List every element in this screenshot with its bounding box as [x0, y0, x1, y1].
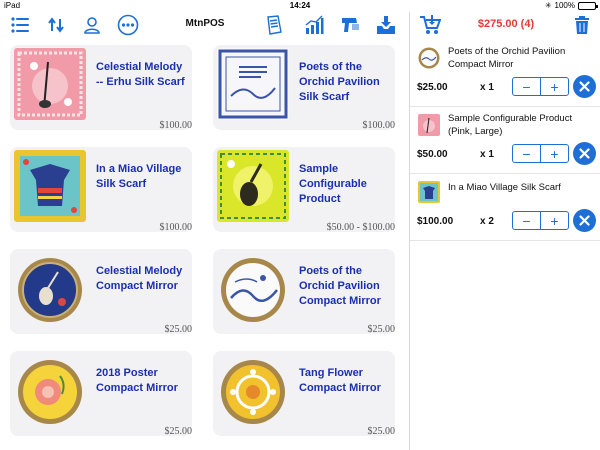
close-icon — [579, 81, 590, 92]
bluetooth-icon: ✳ — [544, 1, 552, 10]
menu-icon[interactable] — [8, 13, 32, 37]
product-name: Celestial Melody -- Erhu Silk Scarf — [96, 61, 185, 88]
cart-icon[interactable] — [418, 13, 442, 37]
product-name: 2018 Poster Compact Mirror — [96, 367, 178, 394]
product-image-pink-erhu-scarf — [14, 48, 86, 120]
increase-button[interactable]: + — [541, 145, 568, 162]
product-card[interactable]: Poets of the Orchid Pavilion Compact Mir… — [203, 242, 395, 352]
close-icon — [579, 148, 590, 159]
quantity-stepper: − + — [512, 144, 569, 163]
app-title: MtnPOS — [185, 18, 225, 29]
cart-item-qty: x 1 — [480, 149, 494, 160]
product-price: $100.00 — [159, 222, 193, 233]
product-name: Poets of the Orchid Pavilion Compact Mir… — [299, 265, 381, 307]
product-name: Celestial Melody Compact Mirror — [96, 265, 183, 292]
product-price: $100.00 — [159, 120, 193, 131]
product-image-miao-scarf — [14, 150, 86, 222]
cart-item-name: Sample Configurable Product (Pink, Large… — [448, 113, 573, 137]
decrease-button[interactable]: − — [513, 212, 540, 229]
product-image-tang-flower-mirror — [217, 354, 289, 426]
decrease-button[interactable]: − — [513, 78, 540, 95]
trash-icon[interactable] — [570, 13, 594, 37]
product-name: Poets of the Orchid Pavilion Silk Scarf — [299, 61, 380, 103]
product-image-blue-mirror — [14, 252, 86, 324]
product-price: $25.00 — [164, 324, 193, 335]
product-grid: Celestial Melody -- Erhu Silk Scarf $100… — [0, 38, 409, 450]
remove-item-button[interactable] — [573, 209, 596, 232]
close-icon — [579, 215, 590, 226]
cart-item-image — [418, 181, 440, 203]
product-card[interactable]: Poets of the Orchid Pavilion Silk Scarf … — [203, 38, 395, 148]
battery-percent: 100% — [554, 1, 575, 10]
cart-item-qty: x 2 — [480, 216, 494, 227]
scanner-icon[interactable] — [338, 13, 362, 37]
report-icon[interactable] — [262, 13, 286, 37]
pos-app: iPad 14:24 ✳ 100% MtnPOS Celestial Melod… — [0, 0, 600, 450]
status-right: ✳ 100% — [544, 1, 598, 10]
product-name: Sample Configurable Product — [299, 163, 367, 205]
more-icon[interactable] — [116, 13, 140, 37]
cart-item-name: In a Miao Village Silk Scarf — [448, 182, 561, 193]
product-image-yellow-pipa-scarf — [217, 150, 289, 222]
product-price: $25.00 — [164, 426, 193, 437]
product-image-blue-white-mirror — [217, 252, 289, 324]
increase-button[interactable]: + — [541, 212, 568, 229]
product-price: $25.00 — [367, 426, 396, 437]
cart-item-price: $25.00 — [417, 82, 448, 93]
product-card[interactable]: Sample Configurable Product $50.00 - $10… — [203, 140, 395, 250]
product-card[interactable]: Celestial Melody -- Erhu Silk Scarf $100… — [0, 38, 192, 148]
product-price: $50.00 - $100.00 — [326, 222, 395, 233]
cart-item-image — [418, 114, 440, 136]
product-card[interactable]: Tang Flower Compact Mirror $25.00 — [203, 344, 395, 450]
cart-header: $275.00 (4) — [410, 12, 600, 38]
user-icon[interactable] — [80, 13, 104, 37]
cart-panel: $275.00 (4) Poets of the Orchid Pavilion… — [410, 12, 600, 450]
remove-item-button[interactable] — [573, 75, 596, 98]
product-price: $25.00 — [367, 324, 396, 335]
cart-item-qty: x 1 — [480, 82, 494, 93]
cart-item[interactable]: Poets of the Orchid Pavilion Compact Mir… — [410, 41, 600, 107]
decrease-button[interactable]: − — [513, 145, 540, 162]
top-navbar: MtnPOS — [0, 12, 409, 38]
product-card[interactable]: Celestial Melody Compact Mirror $25.00 — [0, 242, 192, 352]
cart-item-name: Poets of the Orchid Pavilion Compact Mir… — [448, 46, 566, 70]
inbox-icon[interactable] — [374, 13, 398, 37]
clock: 14:24 — [289, 1, 311, 10]
chart-icon[interactable] — [302, 13, 326, 37]
increase-button[interactable]: + — [541, 78, 568, 95]
product-name: Tang Flower Compact Mirror — [299, 367, 381, 394]
product-price: $100.00 — [362, 120, 396, 131]
quantity-stepper: − + — [512, 77, 569, 96]
sync-icon[interactable] — [44, 13, 68, 37]
status-bar: iPad 14:24 ✳ 100% — [0, 0, 600, 12]
product-name: In a Miao Village Silk Scarf — [96, 163, 182, 190]
cart-item-price: $100.00 — [417, 216, 454, 227]
product-image-blue-white-scarf — [217, 48, 289, 120]
product-card[interactable]: In a Miao Village Silk Scarf $100.00 — [0, 140, 192, 250]
cart-item[interactable]: Sample Configurable Product (Pink, Large… — [410, 108, 600, 174]
cart-item[interactable]: In a Miao Village Silk Scarf $100.00 x 2… — [410, 175, 600, 241]
cart-item-price: $50.00 — [417, 149, 448, 160]
quantity-stepper: − + — [512, 211, 569, 230]
product-image-yellow-flower-mirror — [14, 354, 86, 426]
cart-total: $275.00 (4) — [477, 18, 535, 30]
product-card[interactable]: 2018 Poster Compact Mirror $25.00 — [0, 344, 192, 450]
remove-item-button[interactable] — [573, 142, 596, 165]
battery-icon — [578, 1, 598, 10]
cart-item-image — [418, 47, 440, 69]
